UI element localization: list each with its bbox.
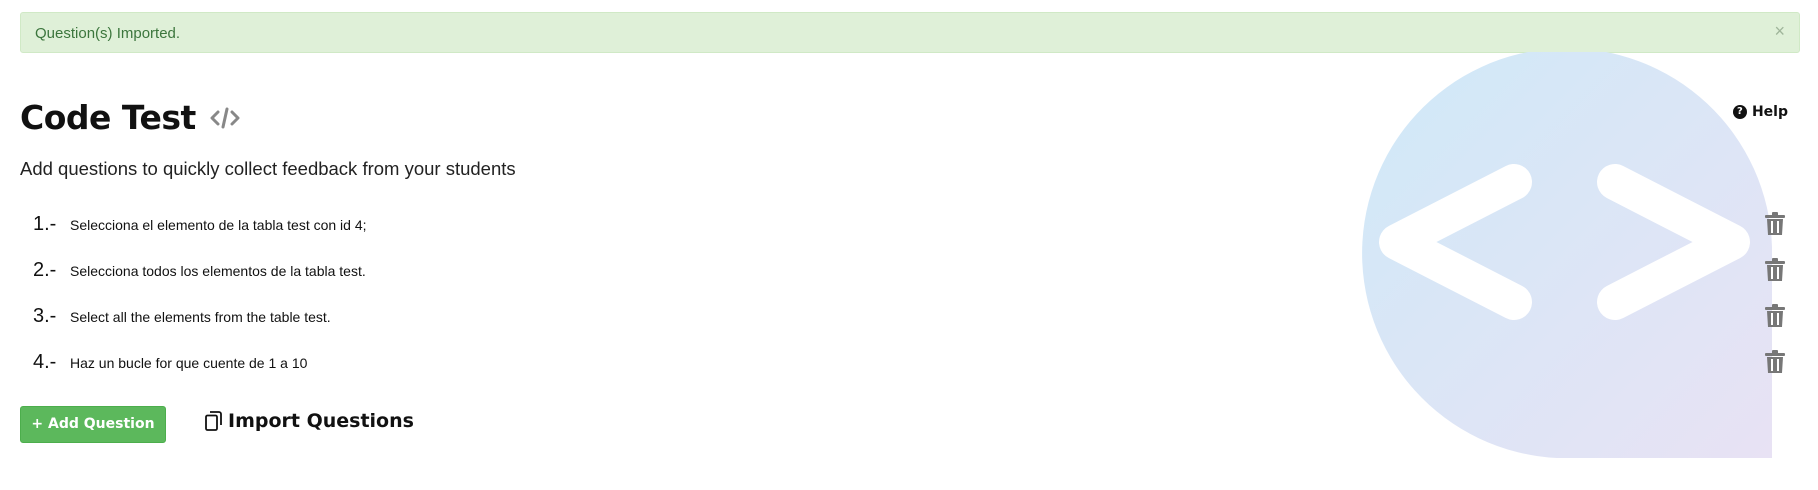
question-number: 4.- [33, 351, 57, 373]
question-item: 2.- Selecciona todos los elementos de la… [0, 247, 1818, 293]
question-circle-icon: ? [1732, 105, 1747, 119]
code-icon [210, 107, 240, 128]
page: Question(s) Imported. × Code Test Add qu… [0, 0, 1818, 490]
page-title: Code Test [20, 98, 196, 137]
import-questions-label: Import Questions [228, 410, 414, 432]
question-number: 3.- [33, 305, 57, 327]
question-number: 2.- [33, 259, 57, 281]
question-text[interactable]: Haz un bucle for que cuente de 1 a 10 [70, 355, 307, 371]
question-text[interactable]: Selecciona todos los elementos de la tab… [70, 263, 366, 279]
trash-icon[interactable] [1765, 258, 1785, 282]
add-question-button[interactable]: + Add Question [20, 406, 166, 443]
question-number: 1.- [33, 213, 57, 235]
trash-icon[interactable] [1765, 304, 1785, 328]
question-text[interactable]: Selecciona el elemento de la tabla test … [70, 217, 367, 233]
alert-close-button[interactable]: × [1774, 13, 1785, 49]
help-label: Help [1751, 104, 1788, 120]
question-item: 4.- Haz un bucle for que cuente de 1 a 1… [0, 339, 1818, 385]
question-item: 1.- Selecciona el elemento de la tabla t… [0, 201, 1818, 247]
success-alert: Question(s) Imported. × [20, 12, 1800, 53]
copy-icon [205, 411, 222, 431]
page-subtitle: Add questions to quickly collect feedbac… [20, 158, 516, 179]
alert-message: Question(s) Imported. [35, 25, 181, 42]
trash-icon[interactable] [1765, 212, 1785, 236]
trash-icon[interactable] [1765, 350, 1785, 374]
title-row: Code Test [20, 98, 240, 137]
import-questions-button[interactable]: Import Questions [205, 410, 414, 432]
help-link[interactable]: ? Help [1732, 104, 1788, 120]
question-item: 3.- Select all the elements from the tab… [0, 293, 1818, 339]
question-text[interactable]: Select all the elements from the table t… [70, 309, 331, 325]
